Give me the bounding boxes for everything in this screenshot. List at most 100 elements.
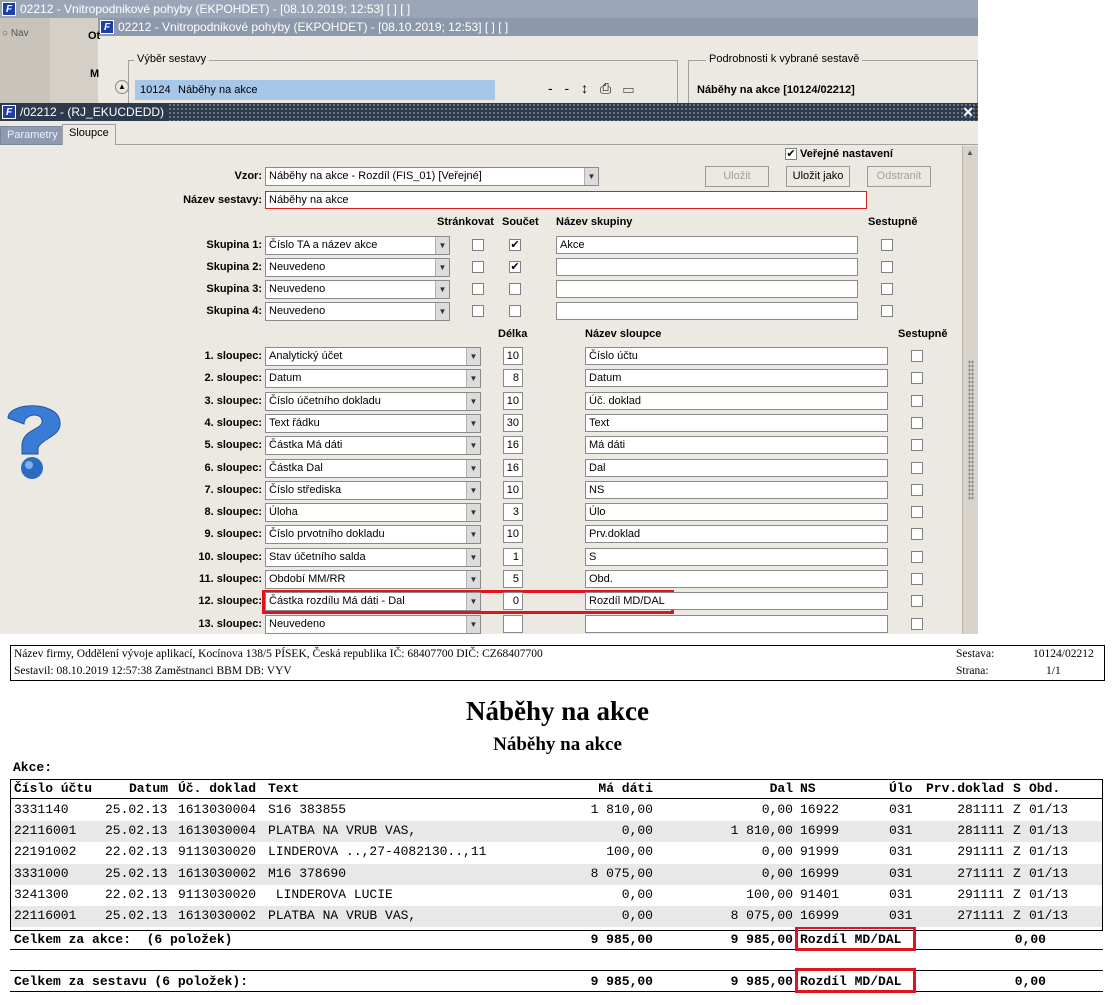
column-2-length-input[interactable]: 8: [503, 369, 523, 388]
column-9-desc-checkbox[interactable]: [911, 528, 923, 541]
group-4-sum-checkbox[interactable]: [509, 305, 521, 317]
save-button[interactable]: Uložit: [705, 166, 769, 187]
column-13-name-input[interactable]: [585, 614, 888, 633]
column-6-select[interactable]: Částka Dal ▼: [265, 458, 481, 478]
column-10-desc-checkbox[interactable]: [911, 550, 923, 563]
column-2-name-input[interactable]: Datum: [585, 369, 888, 388]
dialog-titlebar[interactable]: F/02212 - (RJ_EKUCDEDD) ✕: [0, 103, 978, 121]
chevron-down-icon: ▼: [435, 259, 449, 276]
column-10-length-input[interactable]: 1: [503, 547, 523, 566]
group-4-select[interactable]: Neuvedeno ▼: [265, 302, 450, 321]
column-7-desc-checkbox[interactable]: [911, 483, 923, 496]
column-12-desc-checkbox[interactable]: [911, 595, 923, 608]
column-6-length-input[interactable]: 16: [503, 458, 523, 477]
close-icon[interactable]: ✕: [962, 103, 974, 121]
column-5-desc-checkbox[interactable]: [911, 439, 923, 452]
tab-sloupce[interactable]: Sloupce: [62, 124, 116, 145]
column-11-select[interactable]: Období MM/RR ▼: [265, 570, 481, 589]
column-7-select[interactable]: Číslo střediska ▼: [265, 480, 481, 500]
group-3-desc-checkbox[interactable]: [881, 283, 893, 295]
group-2-paging-checkbox[interactable]: [472, 261, 484, 273]
vzor-select[interactable]: Náběhy na akce - Rozdíl (FIS_01) [Veřejn…: [265, 167, 599, 186]
public-settings-checkbox[interactable]: ✔: [785, 148, 797, 160]
highlight-total-diff: [795, 968, 916, 993]
group-3-sum-checkbox[interactable]: [509, 283, 521, 295]
group-2-name-input[interactable]: [556, 258, 858, 276]
resize-grip-icon[interactable]: [968, 360, 974, 500]
column-11-desc-checkbox[interactable]: [911, 573, 923, 585]
group-1-select[interactable]: Číslo TA a název akce ▼: [265, 236, 450, 255]
chevron-down-icon: ▼: [466, 615, 480, 633]
toolbar-icons[interactable]: - - ↕ ⎙ ▭: [548, 80, 638, 97]
scroll-up-icon[interactable]: ▲: [964, 148, 976, 160]
column-7-name-input[interactable]: NS: [585, 480, 888, 499]
save-as-button[interactable]: Uložit jako: [786, 166, 850, 187]
column-1-select[interactable]: Analytický účet ▼: [265, 347, 481, 366]
background-titlebar-2[interactable]: F 02212 - Vnitropodnikové pohyby (EKPOHDE…: [98, 18, 978, 36]
background-titlebar-1[interactable]: F 02212 - Vnitropodnikové pohyby (EKPOHDE…: [0, 0, 978, 18]
group-1-sum-checkbox[interactable]: ✔: [509, 239, 521, 251]
column-3-name-input[interactable]: Úč. doklad: [585, 391, 888, 410]
table-cell: 3331140: [14, 802, 69, 817]
scroll-up-icon[interactable]: ▲: [115, 80, 129, 94]
column-4-name-input[interactable]: Text: [585, 413, 888, 432]
group-4-desc-checkbox[interactable]: [881, 305, 893, 317]
chevron-down-icon: ▼: [466, 504, 480, 522]
column-2-desc-checkbox[interactable]: [911, 372, 923, 385]
column-5-select[interactable]: Částka Má dáti ▼: [265, 436, 481, 456]
table-cell: 25.02.13: [105, 802, 168, 817]
column-4-length-input[interactable]: 30: [503, 413, 523, 432]
column-10-name-input[interactable]: S: [585, 547, 888, 566]
report-subtitle: Náběhy na akce: [493, 734, 622, 755]
help-icon[interactable]: [2, 398, 64, 485]
group-1-name-input[interactable]: Akce: [556, 236, 858, 254]
group-4-paging-checkbox[interactable]: [472, 305, 484, 317]
column-5-name-input[interactable]: Má dáti: [585, 436, 888, 455]
column-6-name-input[interactable]: Dal: [585, 458, 888, 477]
column-13-select[interactable]: Neuvedeno ▼: [265, 614, 481, 634]
report-name-input[interactable]: Náběhy na akce: [265, 191, 867, 209]
group-1-paging-checkbox[interactable]: [472, 239, 484, 251]
column-9-name-input[interactable]: Prv.doklad: [585, 525, 888, 544]
column-7-length-input[interactable]: 10: [503, 480, 523, 499]
group-3-select[interactable]: Neuvedeno ▼: [265, 280, 450, 299]
column-11-name-input[interactable]: Obd.: [585, 570, 888, 588]
tab-parametry[interactable]: Parametry: [0, 126, 65, 145]
group-2-select[interactable]: Neuvedeno ▼: [265, 258, 450, 277]
column-8-name-input[interactable]: Úlo: [585, 503, 888, 522]
column-9-select[interactable]: Číslo prvotního dokladu ▼: [265, 525, 481, 545]
column-3-select[interactable]: Číslo účetního dokladu ▼: [265, 391, 481, 411]
nav-button[interactable]: ○ Nav: [2, 28, 29, 39]
column-9-length-input[interactable]: 10: [503, 525, 523, 544]
table-cell: 3241300: [14, 886, 69, 902]
group-2-sum-checkbox[interactable]: ✔: [509, 261, 521, 273]
column-5-length-input[interactable]: 16: [503, 436, 523, 455]
column-12-length-input[interactable]: 0: [503, 592, 523, 611]
column-6-desc-checkbox[interactable]: [911, 461, 923, 474]
column-11-length-input[interactable]: 5: [503, 570, 523, 588]
column-8-select[interactable]: Úloha ▼: [265, 503, 481, 523]
sestava-label: Sestava:: [956, 648, 995, 660]
column-13-desc-checkbox[interactable]: [911, 617, 923, 630]
column-12-name-input[interactable]: Rozdíl MD/DAL: [585, 592, 888, 611]
column-1-desc-checkbox[interactable]: [911, 350, 923, 362]
group-3-paging-checkbox[interactable]: [472, 283, 484, 295]
column-3-length-input[interactable]: 10: [503, 391, 523, 410]
group-1-desc-checkbox[interactable]: [881, 239, 893, 251]
column-4-select[interactable]: Text řádku ▼: [265, 413, 481, 433]
column-13-length-input[interactable]: [503, 614, 523, 633]
group-4-name-input[interactable]: [556, 302, 858, 320]
column-8-length-input[interactable]: 3: [503, 503, 523, 522]
group-2-desc-checkbox[interactable]: [881, 261, 893, 273]
delete-button[interactable]: Odstranit: [867, 166, 931, 187]
column-8-desc-checkbox[interactable]: [911, 506, 923, 519]
table-cell: Z: [1013, 865, 1021, 881]
column-1-length-input[interactable]: 10: [503, 347, 523, 365]
column-12-select[interactable]: Částka rozdílu Má dáti - Dal ▼: [265, 592, 481, 612]
column-4-desc-checkbox[interactable]: [911, 416, 923, 429]
group-3-name-input[interactable]: [556, 280, 858, 298]
column-3-desc-checkbox[interactable]: [911, 394, 923, 407]
column-10-select[interactable]: Stav účetního salda ▼: [265, 547, 481, 567]
column-1-name-input[interactable]: Číslo účtu: [585, 347, 888, 365]
column-2-select[interactable]: Datum ▼: [265, 369, 481, 389]
